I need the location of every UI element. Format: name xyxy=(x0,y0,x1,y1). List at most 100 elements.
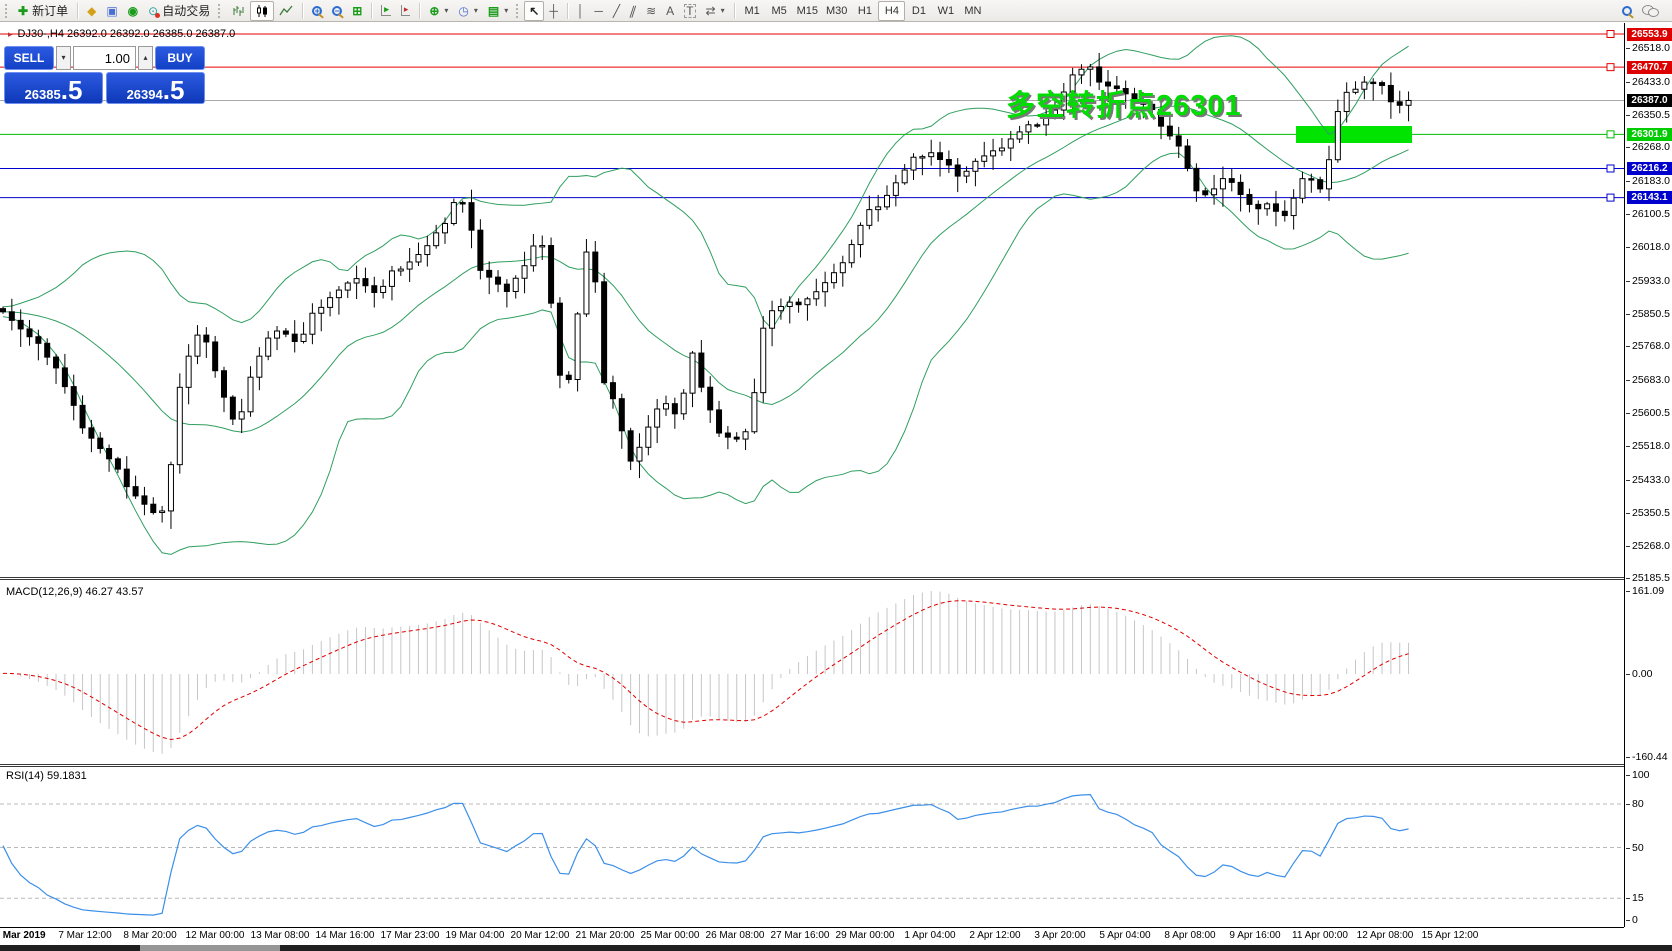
templates-button[interactable]: ▤▾ xyxy=(483,1,513,21)
price-level-badge: 26470.7 xyxy=(1627,61,1672,74)
price-level-badge: 26301.9 xyxy=(1627,128,1672,141)
arrows-button[interactable]: ⇄▾ xyxy=(701,1,730,21)
signals-button[interactable]: ◉ xyxy=(123,1,143,21)
rsi-tick-label: 0 xyxy=(1632,914,1638,927)
cursor-icon: ↖ xyxy=(529,5,539,17)
toolbar-grip xyxy=(5,4,8,18)
tf-d1-button[interactable]: D1 xyxy=(905,1,932,21)
chart-annotation-text: 多空转折点26301 xyxy=(1006,82,1242,124)
horizontal-line-button[interactable]: ─ xyxy=(589,1,608,21)
fibonacci-button[interactable]: ≋ xyxy=(641,1,661,21)
add-indicator-icon: ⊕ xyxy=(429,5,439,17)
separator xyxy=(371,3,372,19)
chart-mark-icon: ▸ xyxy=(8,30,13,39)
macd-panel-canvas[interactable] xyxy=(0,585,1624,764)
charts-list-button[interactable]: ◆ xyxy=(82,1,101,21)
search-icon[interactable] xyxy=(1622,6,1632,16)
periods-button[interactable]: ◷▾ xyxy=(453,1,483,21)
price-tick-label: 25433.0 xyxy=(1632,474,1670,487)
trendline-button[interactable]: ╱ xyxy=(608,1,625,21)
separator xyxy=(302,3,303,19)
buy-price-dec: .5 xyxy=(163,80,185,101)
volume-input[interactable] xyxy=(73,46,136,70)
price-level-badge: 26216.2 xyxy=(1627,162,1672,175)
indicators-button[interactable]: ⊕▾ xyxy=(424,1,453,21)
buy-price-box[interactable]: 26394 .5 xyxy=(106,72,205,104)
rsi-panel-canvas[interactable] xyxy=(0,767,1624,927)
tf-mn-button[interactable]: MN xyxy=(959,1,986,21)
tf-h1-button[interactable]: H1 xyxy=(851,1,878,21)
main-chart-canvas[interactable] xyxy=(0,23,1624,577)
tf-m1-button[interactable]: M1 xyxy=(739,1,766,21)
macd-label: MACD(12,26,9) 46.27 43.57 xyxy=(6,586,144,598)
buy-button[interactable]: BUY xyxy=(155,46,205,70)
text-label-button[interactable]: T xyxy=(679,1,700,21)
line-chart-button[interactable] xyxy=(274,1,298,21)
rsi-tick-label: 80 xyxy=(1632,798,1644,811)
sell-price-box[interactable]: 26385 .5 xyxy=(4,72,103,104)
separator xyxy=(567,3,568,19)
zoom-in-button[interactable]: + xyxy=(307,1,327,21)
sell-price-int: 26385 xyxy=(25,88,61,101)
tf-w1-button[interactable]: W1 xyxy=(932,1,959,21)
volume-increase-button[interactable]: ▴ xyxy=(138,46,153,70)
candle-chart-button[interactable] xyxy=(250,1,274,21)
tile-windows-button[interactable]: ⊞ xyxy=(347,1,367,21)
signal-icon: ◉ xyxy=(128,5,138,17)
chart-shift-button[interactable]: ▸ xyxy=(396,1,416,21)
macd-tick-label: -160.44 xyxy=(1632,751,1668,764)
text-button[interactable]: A xyxy=(661,1,679,21)
one-click-trade-panel: SELL ▾ ▴ BUY 26385 .5 26394 .5 xyxy=(4,46,205,104)
toolbar-grip xyxy=(516,4,519,18)
tf-m15-button[interactable]: M15 xyxy=(793,1,822,21)
macd-histogram xyxy=(3,591,1410,754)
new-order-button[interactable]: ✚ 新订单 xyxy=(13,1,73,21)
tf-m30-button[interactable]: M30 xyxy=(822,1,851,21)
vertical-line-button[interactable]: │ xyxy=(572,1,590,21)
rsi-line xyxy=(3,795,1409,915)
price-tick-label: 25850.5 xyxy=(1632,308,1670,321)
price-tick-label: 25768.0 xyxy=(1632,340,1670,353)
navigator-button[interactable]: ▣ xyxy=(101,1,122,21)
zoom-out-button[interactable]: − xyxy=(327,1,347,21)
bar-chart-button[interactable] xyxy=(226,1,250,21)
sell-button[interactable]: SELL xyxy=(4,46,54,70)
tile-windows-icon: ⊞ xyxy=(352,5,362,17)
price-tick-label: 26018.0 xyxy=(1632,241,1670,254)
time-axis[interactable]: 6 Mar 20197 Mar 12:008 Mar 20:0012 Mar 0… xyxy=(0,929,1672,945)
volume-decrease-button[interactable]: ▾ xyxy=(56,46,71,70)
toolbar-grip xyxy=(218,4,221,18)
cursor-button[interactable]: ↖ xyxy=(524,1,544,21)
horizontal-line-icon: ─ xyxy=(594,5,603,17)
panel-separator[interactable] xyxy=(0,577,1672,580)
chart-shift-icon: ▸ xyxy=(401,5,411,16)
chevron-down-icon: ▾ xyxy=(444,6,448,15)
crosshair-button[interactable]: ┼ xyxy=(544,1,563,21)
autotrade-button[interactable]: ⊙ 自动交易 xyxy=(143,1,215,21)
panel-separator[interactable] xyxy=(0,764,1672,767)
chat-icon[interactable] xyxy=(1642,4,1658,17)
chevron-down-icon: ▾ xyxy=(504,6,508,15)
price-level-badge: 26387.0 xyxy=(1627,94,1672,107)
autotrade-icon: ⊙ xyxy=(148,5,158,17)
price-axis[interactable]: 26518.026433.026350.526268.026183.026100… xyxy=(1624,23,1672,927)
auto-scroll-button[interactable]: ▸ xyxy=(376,1,396,21)
candlestick-chart-icon xyxy=(255,4,269,18)
price-tick-label: 26183.0 xyxy=(1632,175,1670,188)
level-end-marker xyxy=(1607,194,1614,201)
tf-m5-button[interactable]: M5 xyxy=(766,1,793,21)
equidistant-channel-icon: ∥ xyxy=(628,5,638,17)
separator xyxy=(734,3,735,19)
price-tick-label: 26350.5 xyxy=(1632,109,1670,122)
navigator-icon: ▣ xyxy=(106,5,117,17)
trendline-icon: ╱ xyxy=(613,5,620,17)
rsi-tick-label: 15 xyxy=(1632,892,1644,905)
separator xyxy=(419,3,420,19)
chevron-down-icon: ▾ xyxy=(721,6,725,15)
fibonacci-icon: ≋ xyxy=(646,5,656,17)
channel-button[interactable]: ∥ xyxy=(625,1,641,21)
tf-h4-button[interactable]: H4 xyxy=(878,1,905,21)
highlight-bar xyxy=(1296,126,1412,143)
price-tick-label: 26433.0 xyxy=(1632,76,1670,89)
price-level-badge: 26553.9 xyxy=(1627,28,1672,41)
